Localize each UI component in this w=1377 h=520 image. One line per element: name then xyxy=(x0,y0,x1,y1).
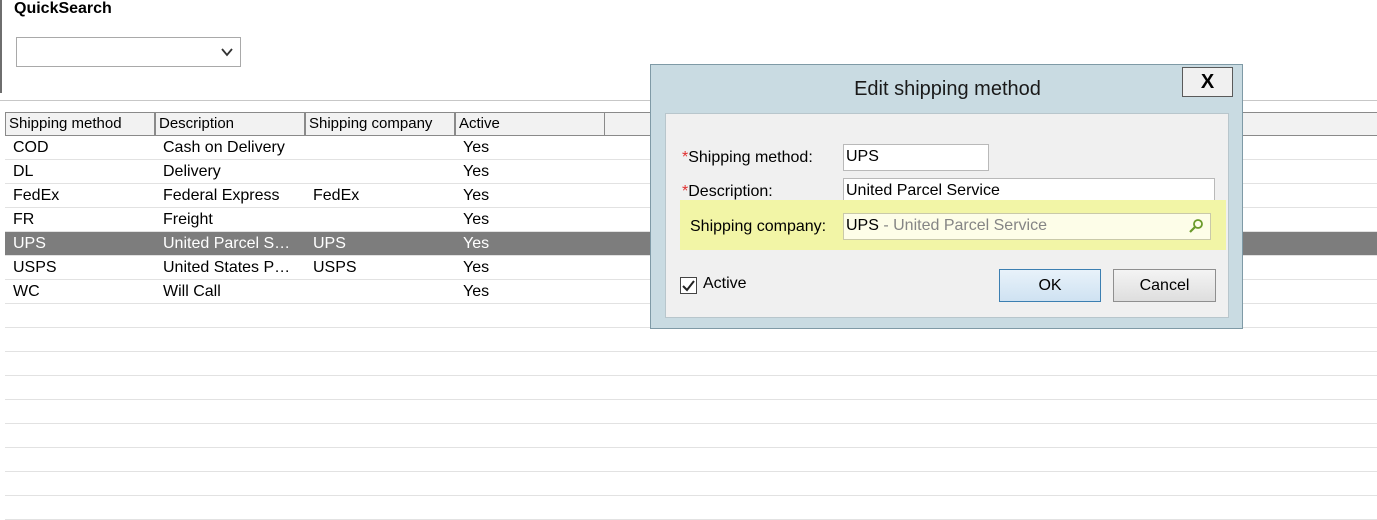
dialog-body: *Shipping method: UPS *Description: Unit… xyxy=(665,113,1229,318)
cancel-button[interactable]: Cancel xyxy=(1113,269,1216,302)
ok-button[interactable]: OK xyxy=(999,269,1101,302)
cell-shipping-company: FedEx xyxy=(313,187,360,204)
column-header-shipping-company[interactable]: Shipping company xyxy=(305,113,455,135)
shipping-method-label-text: Shipping method: xyxy=(688,149,813,166)
quicksearch-title: QuickSearch xyxy=(14,0,112,17)
shipping-company-label: Shipping company: xyxy=(690,218,827,235)
shipping-company-lookup-input[interactable]: UPS - United Parcel Service xyxy=(843,213,1211,240)
cell-shipping-company: UPS xyxy=(313,235,346,252)
cell-shipping-method: DL xyxy=(13,163,34,180)
cell-shipping-company: USPS xyxy=(313,259,357,276)
cell-shipping-company xyxy=(313,160,453,184)
cell-shipping-company xyxy=(313,136,453,160)
cell-description: Delivery xyxy=(163,163,221,180)
cell-description: Federal Express xyxy=(163,187,280,204)
close-button[interactable]: X xyxy=(1182,67,1233,97)
magnifier-icon[interactable] xyxy=(1188,218,1204,234)
cell-active: Yes xyxy=(463,163,490,180)
cell-active: Yes xyxy=(463,211,490,228)
cell-active: Yes xyxy=(463,187,490,204)
empty-row xyxy=(5,400,1377,424)
cell-shipping-method: FR xyxy=(13,211,35,228)
empty-row xyxy=(5,352,1377,376)
cell-active: Yes xyxy=(463,283,490,300)
cell-description: Will Call xyxy=(163,283,221,300)
shipping-company-code: UPS xyxy=(846,217,879,234)
cell-shipping-method: COD xyxy=(13,139,49,156)
close-icon: X xyxy=(1200,71,1215,93)
cell-shipping-method: USPS xyxy=(13,259,57,276)
empty-row xyxy=(5,328,1377,352)
column-header-description[interactable]: Description xyxy=(155,113,305,135)
cell-description: United Parcel S… xyxy=(163,235,291,252)
empty-row xyxy=(5,448,1377,472)
shipping-method-label: *Shipping method: xyxy=(682,149,813,167)
active-checkbox[interactable] xyxy=(680,277,697,294)
cell-active: Yes xyxy=(463,259,490,276)
dialog-title: Edit shipping method xyxy=(854,78,1041,100)
column-header-active[interactable]: Active xyxy=(455,113,605,135)
cell-description: Cash on Delivery xyxy=(163,139,285,156)
cell-shipping-method: FedEx xyxy=(13,187,60,204)
empty-row xyxy=(5,472,1377,496)
cell-shipping-method: UPS xyxy=(13,235,46,252)
cell-shipping-company xyxy=(313,208,453,232)
description-label: *Description: xyxy=(682,183,773,201)
cell-description: Freight xyxy=(163,211,213,228)
empty-row xyxy=(5,376,1377,400)
empty-row xyxy=(5,496,1377,520)
quicksearch-dropdown[interactable] xyxy=(16,37,241,67)
active-label: Active xyxy=(703,275,747,292)
shipping-company-name: - United Parcel Service xyxy=(878,217,1047,234)
empty-row xyxy=(5,424,1377,448)
edit-shipping-method-dialog: Edit shipping method X *Shipping method:… xyxy=(650,64,1243,329)
cell-active: Yes xyxy=(463,139,490,156)
chevron-down-icon xyxy=(221,48,233,57)
cell-description: United States P… xyxy=(163,259,291,276)
cell-shipping-method: WC xyxy=(13,283,40,300)
cell-shipping-company xyxy=(313,280,453,304)
description-label-text: Description: xyxy=(688,183,773,200)
shipping-method-input[interactable]: UPS xyxy=(843,144,989,171)
checkmark-icon xyxy=(682,280,695,292)
cell-active: Yes xyxy=(463,235,490,252)
column-header-shipping-method[interactable]: Shipping method xyxy=(5,113,155,135)
